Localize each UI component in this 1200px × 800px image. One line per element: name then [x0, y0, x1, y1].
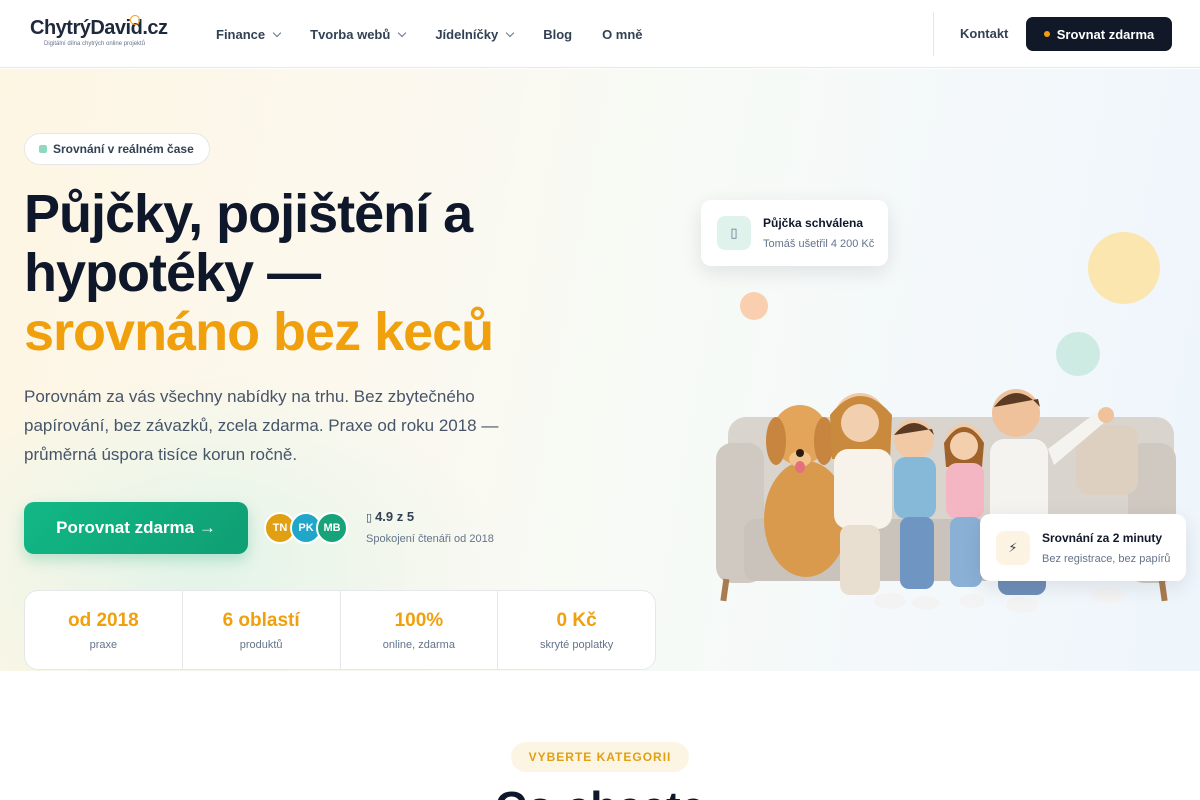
logo-sparkle-icon: [130, 15, 140, 25]
headline-line-2: hypotéky —: [24, 243, 321, 303]
stats-bar: od 2018 praxe 6 oblastí produktů 100% on…: [24, 590, 656, 670]
section-title: Co chcete: [0, 786, 1200, 800]
stat-label: skryté poplatky: [539, 638, 614, 651]
hero-section: Srovnání v reálném čase Půjčky, pojištěn…: [0, 69, 1200, 671]
nav-item-label: Jídelníčky: [435, 26, 499, 42]
reader-avatars: TN PK MB: [264, 512, 348, 544]
decor-circle-orange: [740, 292, 768, 320]
hero-headline: Půjčky, pojištění a hypotéky — srovnáno …: [24, 185, 584, 362]
compare-free-main-button[interactable]: Porovnat zdarma →: [24, 502, 248, 554]
realtime-badge: Srovnání v reálném čase: [24, 133, 210, 165]
site-header: ChytrýDavid.cz Digitální dílna chytrých …: [0, 0, 1200, 68]
lightning-icon: ⚡: [996, 530, 1030, 565]
fast-comparison-card: ⚡ Srovnání za 2 minuty Bez registrace, b…: [980, 514, 1186, 581]
nav-item-label: Finance: [216, 26, 266, 42]
stat-value: 0 Kč: [556, 609, 597, 631]
decor-circle-yellow: [1088, 232, 1160, 304]
main-nav: Finance Tvorba webů Jídelníčky Blog O mn…: [216, 0, 673, 68]
check-icon: ▯: [717, 216, 751, 250]
notif-subtitle: Bez registrace, bez papírů: [1042, 552, 1171, 565]
chevron-down-icon: [505, 28, 515, 37]
notif-title: Půjčka schválena: [763, 216, 864, 230]
nav-item-about[interactable]: O mně: [602, 27, 642, 42]
rating: ▯ 4.9 z 5: [366, 509, 414, 524]
stat-label: online, zdarma: [382, 638, 455, 651]
stat-label: produktů: [239, 638, 283, 651]
compare-free-button[interactable]: Srovnat zdarma: [1026, 17, 1172, 51]
nav-item-label: Tvorba webů: [310, 26, 391, 42]
stat-item: 100% online, zdarma: [341, 591, 499, 669]
dot-icon: [1043, 31, 1050, 37]
star-icon: ▯: [366, 512, 373, 524]
logo-text: ChytrýDavid.cz: [30, 17, 168, 39]
stat-item: 0 Kč skryté poplatky: [498, 591, 655, 669]
nav-item-label: O mně: [602, 26, 643, 42]
compare-free-label: Srovnat zdarma: [1056, 26, 1155, 42]
contact-link[interactable]: Kontakt: [960, 26, 1008, 41]
logo-tagline: Digitální dílna chytrých online projektů: [44, 41, 146, 47]
nav-divider: [933, 12, 934, 56]
status-dot-icon: [39, 145, 47, 153]
avatar: MB: [316, 512, 348, 544]
stat-item: 6 oblastí produktů: [183, 591, 341, 669]
headline-line-1: Půjčky, pojištění a: [24, 184, 473, 244]
stat-value: od 2018: [67, 609, 139, 631]
rating-value: 4.9 z 5: [375, 509, 415, 524]
notif-title: Srovnání za 2 minuty: [1042, 530, 1163, 545]
stat-label: praxe: [89, 638, 118, 651]
stat-value: 6 oblastí: [222, 609, 300, 631]
stat-item: od 2018 praxe: [25, 591, 183, 669]
chevron-down-icon: [272, 28, 282, 37]
chevron-down-icon: [398, 28, 407, 37]
stat-value: 100%: [394, 609, 444, 631]
badge-label: Srovnání v reálném čase: [53, 142, 194, 156]
category-pill: VYBERTE KATEGORII: [511, 742, 689, 772]
loan-approved-card: ▯ Půjčka schválena Tomáš ušetřil 4 200 K…: [701, 200, 888, 266]
nav-item-web-development[interactable]: Tvorba webů: [310, 26, 407, 42]
headline-line-3: srovnáno bez keců: [24, 302, 494, 362]
notif-subtitle: Tomáš ušetřil 4 200 Kč: [763, 238, 875, 250]
nav-item-blog[interactable]: Blog: [543, 27, 572, 42]
nav-item-label: Blog: [543, 26, 573, 42]
rating-subtitle: Spokojení čtenáři od 2018: [366, 533, 494, 545]
nav-item-finance[interactable]: Finance: [216, 26, 282, 42]
hero-description: Porovnám za vás všechny nabídky na trhu.…: [24, 387, 499, 464]
site-logo[interactable]: ChytrýDavid.cz Digitální dílna chytrých …: [30, 15, 190, 57]
family-sofa-image: [716, 389, 1176, 613]
nav-item-meal-plans[interactable]: Jídelníčky: [435, 26, 515, 42]
